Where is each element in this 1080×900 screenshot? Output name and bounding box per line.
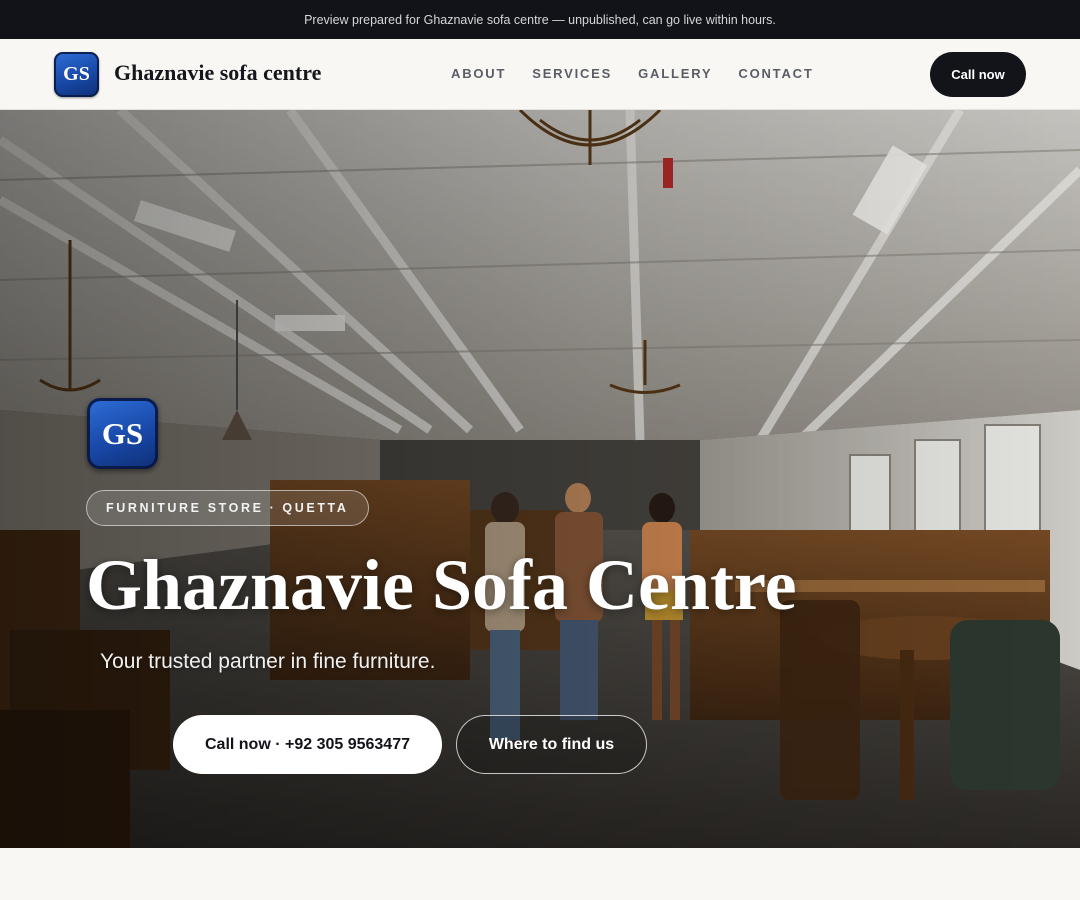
preview-banner-text: Preview prepared for Ghaznavie sofa cent… xyxy=(304,12,776,27)
call-now-button[interactable]: Call now xyxy=(930,52,1026,97)
logo-badge[interactable]: GS xyxy=(54,52,99,97)
hero-category-tag: FURNITURE STORE · QUETTA xyxy=(86,490,369,526)
nav-link-about[interactable]: ABOUT xyxy=(451,66,506,81)
next-section xyxy=(0,848,1080,900)
nav-link-contact[interactable]: CONTACT xyxy=(738,66,813,81)
main-nav: ABOUT SERVICES GALLERY CONTACT xyxy=(451,66,814,81)
hero-section: GS FURNITURE STORE · QUETTA Ghaznavie So… xyxy=(0,110,1080,848)
hero-subtitle: Your trusted partner in fine furniture. xyxy=(100,650,436,673)
site-header: GS Ghaznavie sofa centre ABOUT SERVICES … xyxy=(0,39,1080,110)
nav-link-services[interactable]: SERVICES xyxy=(532,66,612,81)
preview-banner: Preview prepared for Ghaznavie sofa cent… xyxy=(0,0,1080,39)
call-phone-button[interactable]: Call now · +92 305 9563477 xyxy=(173,715,442,774)
brand-name[interactable]: Ghaznavie sofa centre xyxy=(114,60,321,86)
hero-logo-badge: GS xyxy=(87,398,158,469)
find-us-button[interactable]: Where to find us xyxy=(456,715,647,774)
nav-link-gallery[interactable]: GALLERY xyxy=(638,66,712,81)
hero-title: Ghaznavie Sofa Centre xyxy=(86,545,797,625)
